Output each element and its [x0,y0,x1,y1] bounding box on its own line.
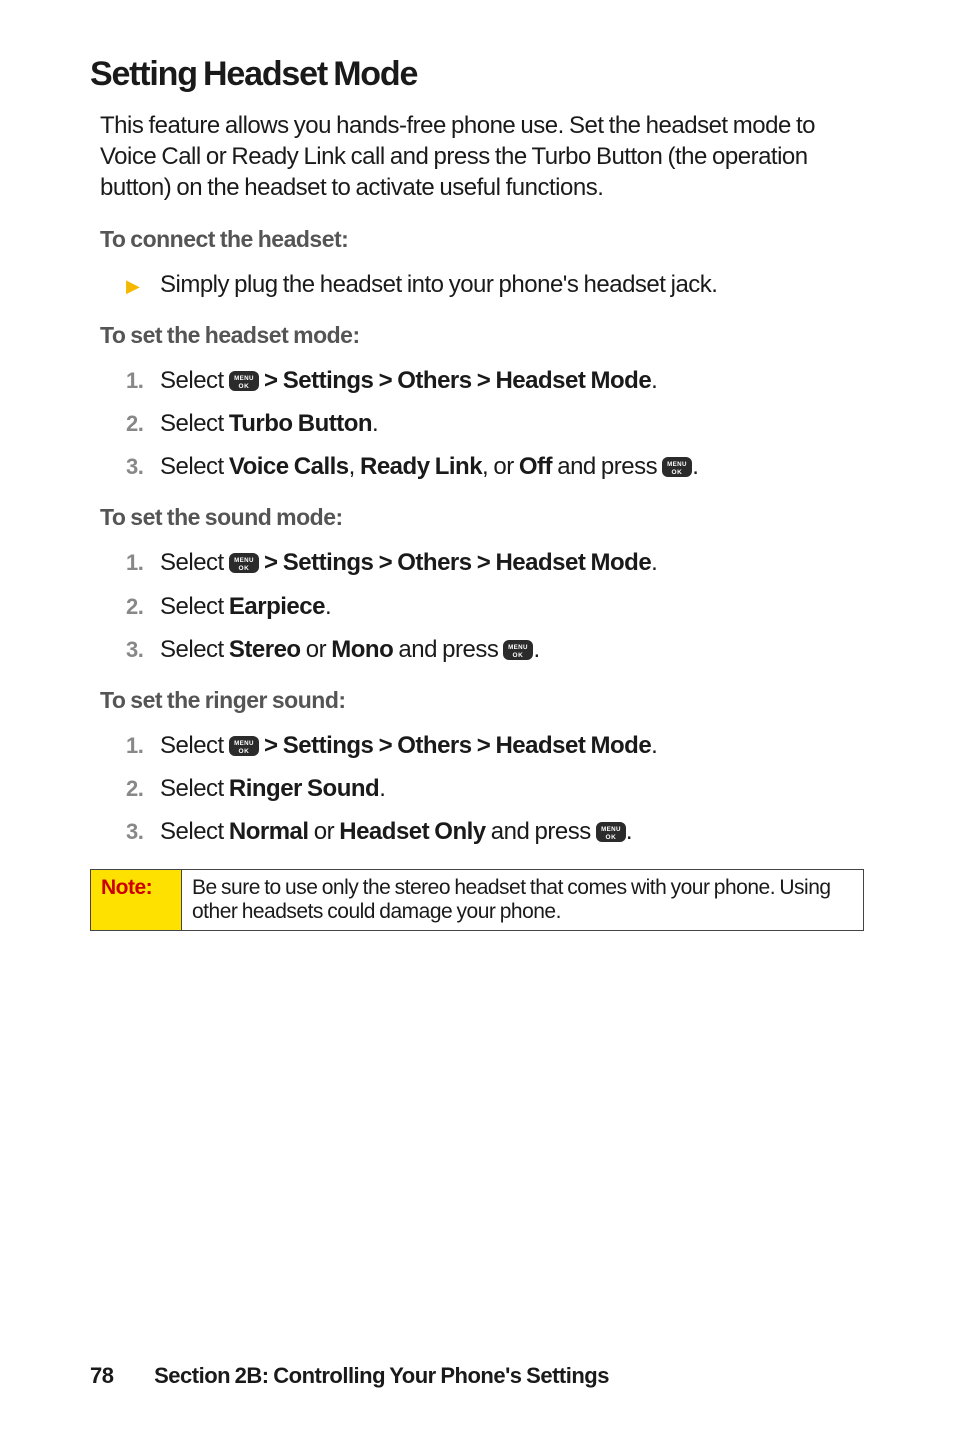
step-number: 3. [126,819,160,845]
step-text: Select Stereo or Mono and press . [160,634,540,665]
menu-ok-icon [596,822,626,842]
menu-ok-icon [229,736,259,756]
menu-ok-icon [229,553,259,573]
step-number: 3. [126,454,160,480]
note-label: Note: [91,870,182,931]
subhead-ringer-sound: To set the ringer sound: [100,687,864,714]
bullet-triangle-icon: ▶ [126,276,160,297]
menu-ok-icon [229,371,259,391]
step-item: 3. Select Normal or Headset Only and pre… [90,816,864,847]
subhead-sound-mode: To set the sound mode: [100,504,864,531]
menu-ok-icon [662,457,692,477]
manual-page: Setting Headset Mode This feature allows… [0,0,954,1431]
note-box: Note: Be sure to use only the stereo hea… [90,869,864,931]
sound-mode-steps: 1. Select > Settings > Others > Headset … [90,547,864,665]
step-text: Select Earpiece. [160,591,331,622]
step-number: 2. [126,411,160,437]
page-footer: 78 Section 2B: Controlling Your Phone's … [90,1363,609,1389]
bullet-text: Simply plug the headset into your phone'… [160,269,717,300]
menu-ok-icon [503,640,533,660]
step-item: 2. Select Ringer Sound. [90,773,864,804]
step-text: Select Turbo Button. [160,408,378,439]
subhead-connect: To connect the headset: [100,226,864,253]
step-number: 1. [126,733,160,759]
step-item: 2. Select Earpiece. [90,591,864,622]
list-item: ▶ Simply plug the headset into your phon… [90,269,864,300]
step-number: 1. [126,550,160,576]
step-number: 2. [126,776,160,802]
headset-mode-steps: 1. Select > Settings > Others > Headset … [90,365,864,483]
section-title: Section 2B: Controlling Your Phone's Set… [154,1363,609,1388]
page-number: 78 [90,1363,113,1388]
step-text: Select > Settings > Others > Headset Mod… [160,730,657,761]
step-text: Select > Settings > Others > Headset Mod… [160,547,657,578]
page-heading: Setting Headset Mode [90,55,864,94]
ringer-steps: 1. Select > Settings > Others > Headset … [90,730,864,848]
subhead-headset-mode: To set the headset mode: [100,322,864,349]
step-text: Select Voice Calls, Ready Link, or Off a… [160,451,698,482]
step-item: 2. Select Turbo Button. [90,408,864,439]
step-item: 1. Select > Settings > Others > Headset … [90,730,864,761]
intro-paragraph: This feature allows you hands-free phone… [100,110,854,204]
step-text: Select Ringer Sound. [160,773,385,804]
step-item: 1. Select > Settings > Others > Headset … [90,365,864,396]
step-number: 1. [126,368,160,394]
step-number: 3. [126,637,160,663]
step-item: 1. Select > Settings > Others > Headset … [90,547,864,578]
connect-list: ▶ Simply plug the headset into your phon… [90,269,864,300]
step-item: 3. Select Stereo or Mono and press . [90,634,864,665]
step-item: 3. Select Voice Calls, Ready Link, or Of… [90,451,864,482]
note-text: Be sure to use only the stereo headset t… [182,870,864,931]
step-text: Select Normal or Headset Only and press … [160,816,632,847]
step-text: Select > Settings > Others > Headset Mod… [160,365,657,396]
step-number: 2. [126,594,160,620]
